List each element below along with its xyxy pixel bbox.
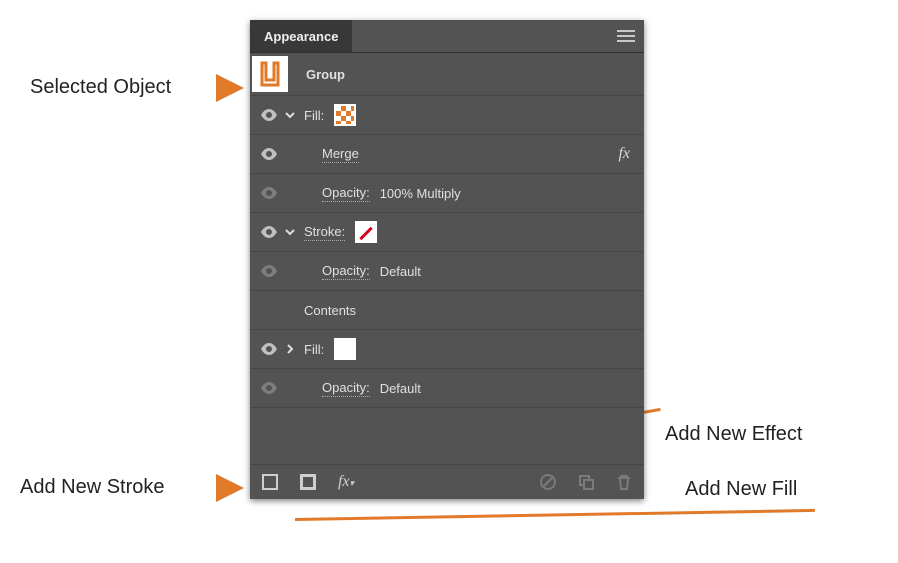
add-stroke-button[interactable] (256, 468, 284, 496)
arrow-add-new-stroke (216, 474, 244, 502)
opacity-value: Default (380, 264, 421, 279)
duplicate-button[interactable] (572, 468, 600, 496)
fill-row-1[interactable]: Fill: (250, 96, 644, 135)
opacity-label: Opacity: (322, 185, 370, 202)
stroke-swatch-none[interactable] (355, 221, 377, 243)
arrow-selected-object (216, 74, 244, 102)
expand-icon[interactable] (280, 227, 300, 237)
visibility-icon[interactable] (258, 382, 280, 394)
object-thumbnail (252, 56, 288, 92)
visibility-icon[interactable] (258, 226, 280, 238)
opacity-value: Default (380, 381, 421, 396)
callout-selected-object: Selected Object (30, 75, 171, 99)
opacity-row-2[interactable]: Opacity: Default (250, 252, 644, 291)
callout-add-new-stroke: Add New Stroke (20, 475, 165, 499)
opacity-value: 100% Multiply (380, 186, 461, 201)
stroke-row[interactable]: Stroke: (250, 213, 644, 252)
fill-swatch-white[interactable] (334, 338, 356, 360)
fill-label: Fill: (304, 342, 324, 357)
visibility-icon[interactable] (258, 343, 280, 355)
panel-bottom-bar: fx▾ (250, 465, 644, 499)
callout-add-new-fill: Add New Fill (685, 477, 797, 501)
fx-icon[interactable]: fx (618, 145, 636, 163)
fill-label: Fill: (304, 108, 324, 123)
add-effect-button[interactable]: fx▾ (332, 468, 360, 496)
empty-area (250, 408, 644, 465)
object-row[interactable]: Group (250, 53, 644, 96)
visibility-icon[interactable] (258, 148, 280, 160)
opacity-row-3[interactable]: Opacity: Default (250, 369, 644, 408)
opacity-row-1[interactable]: Opacity: 100% Multiply (250, 174, 644, 213)
contents-label: Contents (304, 303, 356, 318)
visibility-icon[interactable] (258, 265, 280, 277)
opacity-label: Opacity: (322, 380, 370, 397)
stroke-label: Stroke: (304, 224, 345, 241)
appearance-panel: Appearance Group Fill: Mer (250, 20, 644, 499)
expand-icon[interactable] (280, 110, 300, 120)
fill-row-2[interactable]: Fill: (250, 330, 644, 369)
visibility-icon[interactable] (258, 109, 280, 121)
add-fill-button[interactable] (294, 468, 322, 496)
panel-menu-icon[interactable] (608, 20, 644, 52)
visibility-icon[interactable] (258, 187, 280, 199)
collapse-icon[interactable] (280, 344, 300, 354)
callout-add-new-effect: Add New Effect (665, 422, 802, 446)
opacity-label: Opacity: (322, 263, 370, 280)
delete-button[interactable] (610, 468, 638, 496)
panel-tab-bar: Appearance (250, 20, 644, 53)
merge-label: Merge (322, 146, 359, 163)
merge-row[interactable]: Merge fx (250, 135, 644, 174)
fill-swatch-pattern[interactable] (334, 104, 356, 126)
object-label: Group (306, 67, 345, 82)
tab-appearance[interactable]: Appearance (250, 20, 352, 52)
fill-underline (295, 509, 815, 521)
clear-appearance-button[interactable] (534, 468, 562, 496)
contents-row[interactable]: Contents (250, 291, 644, 330)
